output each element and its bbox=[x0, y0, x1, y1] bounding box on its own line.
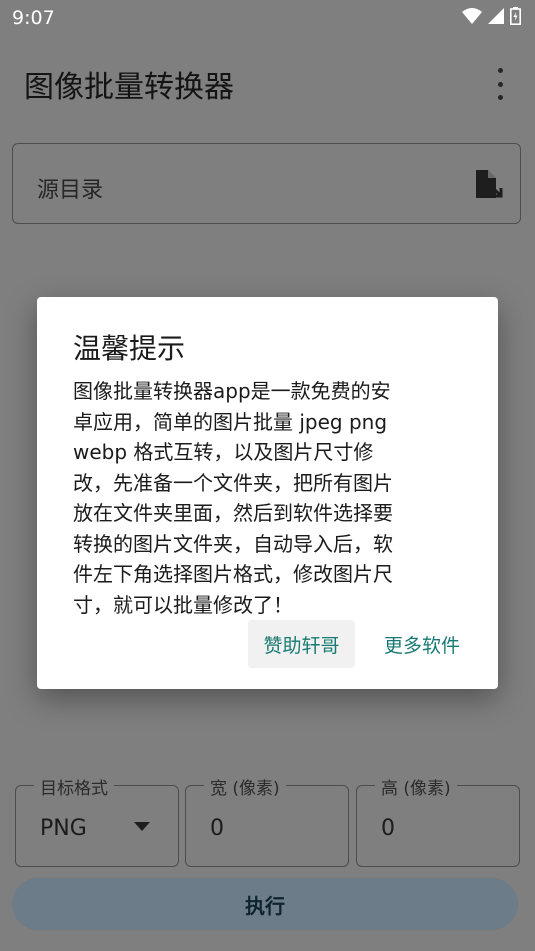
output-options-row: 目标格式 PNG 宽 (像素) 0 高 (像素) 0 bbox=[15, 774, 520, 867]
dialog-message-line: 改，先准备一个文件夹，把所有图片 bbox=[73, 470, 393, 495]
dialog-title: 温馨提示 bbox=[73, 332, 186, 365]
execute-button[interactable]: 执行 bbox=[12, 878, 518, 930]
status-icons bbox=[462, 7, 521, 25]
dialog-message-line: webp 格式互转，以及图片尺寸修 bbox=[73, 440, 374, 464]
width-value[interactable]: 0 bbox=[210, 816, 224, 841]
dialog-message-line: 卓应用，简单的图片批量 jpeg png bbox=[73, 409, 388, 434]
wifi-icon bbox=[462, 8, 482, 24]
width-label: 宽 (像素) bbox=[204, 774, 286, 799]
app-title: 图像批量转换器 bbox=[24, 70, 234, 105]
signal-icon bbox=[488, 8, 504, 24]
status-time: 9:07 bbox=[12, 7, 55, 29]
dialog-message-line: 图像批量转换器app是一款免费的安 bbox=[73, 379, 391, 403]
target-format-label: 目标格式 bbox=[34, 774, 114, 799]
target-format-value: PNG bbox=[40, 816, 87, 841]
dialog-message-line: 放在文件夹里面，然后到软件选择要 bbox=[73, 501, 393, 525]
tips-dialog: 温馨提示 图像批量转换器app是一款免费的安 卓应用，简单的图片批量 jpeg … bbox=[37, 297, 498, 689]
dialog-message-line: 寸，就可以批量修改了！ bbox=[73, 592, 293, 617]
more-options-icon[interactable] bbox=[495, 68, 505, 100]
file-open-icon[interactable] bbox=[472, 168, 504, 200]
app-bar: 图像批量转换器 bbox=[0, 52, 535, 116]
more-software-button[interactable]: 更多软件 bbox=[372, 620, 472, 668]
dialog-message-line: 转换的图片文件夹，自动导入后，软 bbox=[73, 531, 393, 556]
dialog-message-line: 件左下角选择图片格式，修改图片尺 bbox=[73, 562, 393, 586]
dropdown-arrow-icon[interactable] bbox=[134, 822, 150, 831]
target-format-select[interactable]: 目标格式 PNG bbox=[15, 774, 179, 867]
height-label: 高 (像素) bbox=[375, 774, 457, 799]
source-directory-field[interactable]: 源目录 bbox=[12, 143, 521, 224]
width-input[interactable]: 宽 (像素) 0 bbox=[185, 774, 349, 867]
height-value[interactable]: 0 bbox=[381, 816, 395, 841]
battery-icon bbox=[510, 7, 521, 25]
sponsor-button[interactable]: 赞助轩哥 bbox=[248, 620, 355, 668]
status-bar: 9:07 bbox=[0, 0, 535, 36]
source-directory-label: 源目录 bbox=[37, 178, 104, 203]
dialog-message: 图像批量转换器app是一款免费的安 卓应用，简单的图片批量 jpeg png w… bbox=[73, 376, 463, 620]
height-input[interactable]: 高 (像素) 0 bbox=[356, 774, 520, 867]
